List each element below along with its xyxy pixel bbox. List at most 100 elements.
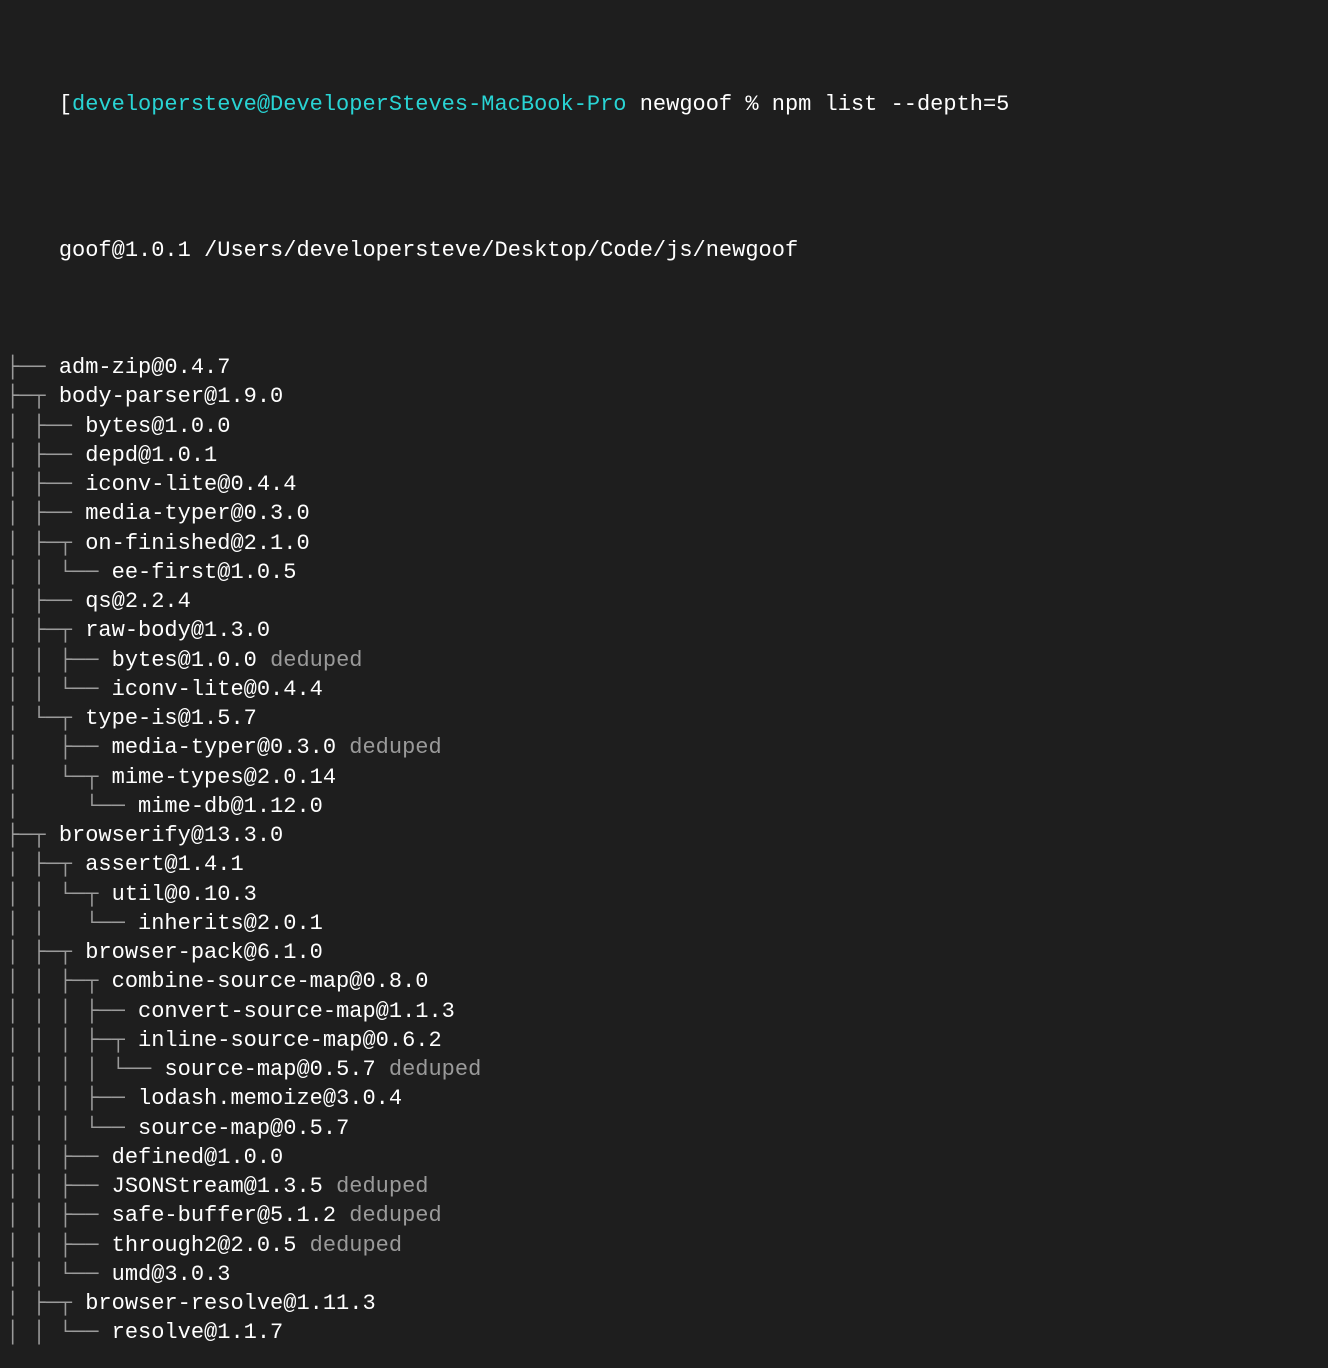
dependency-row: │ └── mime-db@1.12.0	[6, 792, 1322, 821]
dependency-row: ├─┬ body-parser@1.9.0	[6, 382, 1322, 411]
package-name-version: bytes@1.0.0	[85, 414, 230, 439]
tree-prefix: ├─┬	[6, 823, 59, 848]
dependency-row: │ │ └── umd@3.0.3	[6, 1260, 1322, 1289]
dependency-row: ├─┬ browserify@13.3.0	[6, 821, 1322, 850]
package-name-version: inherits@2.0.1	[138, 911, 323, 936]
package-name-version: iconv-lite@0.4.4	[112, 677, 323, 702]
package-name-version: assert@1.4.1	[85, 852, 243, 877]
dependency-row: │ ├── media-typer@0.3.0	[6, 499, 1322, 528]
tree-prefix: │ ├──	[6, 501, 85, 526]
dependency-row: │ ├── qs@2.2.4	[6, 587, 1322, 616]
package-name-version: mime-db@1.12.0	[138, 794, 323, 819]
tree-prefix: │ ├──	[6, 414, 85, 439]
dependency-row: │ │ └─┬ util@0.10.3	[6, 880, 1322, 909]
dependency-row: │ │ │ ├─┬ inline-source-map@0.6.2	[6, 1026, 1322, 1055]
tree-prefix: │ ├─┬	[6, 531, 85, 556]
package-name-version: util@0.10.3	[112, 882, 257, 907]
dependency-row: │ ├─┬ on-finished@2.1.0	[6, 529, 1322, 558]
tree-prefix: │ │ └──	[6, 560, 112, 585]
tree-prefix: │ │ │ │ └──	[6, 1057, 164, 1082]
dependency-row: │ │ ├── bytes@1.0.0 deduped	[6, 646, 1322, 675]
dependency-row: │ ├─┬ raw-body@1.3.0	[6, 616, 1322, 645]
dependency-row: │ │ │ ├── lodash.memoize@3.0.4	[6, 1084, 1322, 1113]
dependency-row: │ │ ├── defined@1.0.0	[6, 1143, 1322, 1172]
package-name-version: JSONStream@1.3.5	[112, 1174, 323, 1199]
tree-prefix: │ ├──	[6, 472, 85, 497]
dependency-row: │ │ │ │ └── source-map@0.5.7 deduped	[6, 1055, 1322, 1084]
tree-prefix: │ │ │ ├─┬	[6, 1028, 138, 1053]
tree-prefix: │ │ ├──	[6, 1233, 112, 1258]
dependency-row: │ ├─┬ browser-resolve@1.11.3	[6, 1289, 1322, 1318]
package-name-version: body-parser@1.9.0	[59, 384, 283, 409]
tree-prefix: │ └──	[6, 794, 138, 819]
dependency-row: │ │ └── ee-first@1.0.5	[6, 558, 1322, 587]
tree-prefix: │ │ └─┬	[6, 882, 112, 907]
dependency-row: │ ├─┬ browser-pack@6.1.0	[6, 938, 1322, 967]
package-name-version: defined@1.0.0	[112, 1145, 284, 1170]
tree-prefix: │ │ │ └──	[6, 1116, 138, 1141]
package-name-version: safe-buffer@5.1.2	[112, 1203, 336, 1228]
tree-prefix: │ ├─┬	[6, 940, 85, 965]
package-name-version: mime-types@2.0.14	[112, 765, 336, 790]
tree-prefix: │ └─┬	[6, 706, 85, 731]
package-name-version: type-is@1.5.7	[85, 706, 257, 731]
deduped-badge: deduped	[349, 735, 441, 760]
tree-prefix: │ ├──	[6, 735, 112, 760]
tree-prefix: │ │ │ ├──	[6, 1086, 138, 1111]
dependency-row: │ │ └── resolve@1.1.7	[6, 1318, 1322, 1347]
tree-prefix: │ │ ├──	[6, 648, 112, 673]
root-path: /Users/developersteve/Desktop/Code/js/ne…	[204, 238, 798, 263]
root-package-line: goof@1.0.1 /Users/developersteve/Desktop…	[6, 207, 1322, 295]
dependency-row: │ │ ├─┬ combine-source-map@0.8.0	[6, 967, 1322, 996]
package-name-version: iconv-lite@0.4.4	[85, 472, 296, 497]
package-name-version: raw-body@1.3.0	[85, 618, 270, 643]
tree-prefix: │ ├─┬	[6, 1291, 85, 1316]
prompt-user-host: developersteve@DeveloperSteves-MacBook-P…	[72, 92, 627, 117]
dependency-row: │ ├── media-typer@0.3.0 deduped	[6, 733, 1322, 762]
tree-prefix: │ └─┬	[6, 765, 112, 790]
root-name-version: goof@1.0.1	[59, 238, 191, 263]
package-name-version: source-map@0.5.7	[164, 1057, 375, 1082]
dependency-row: │ │ │ └── source-map@0.5.7	[6, 1114, 1322, 1143]
package-name-version: adm-zip@0.4.7	[59, 355, 231, 380]
package-name-version: lodash.memoize@3.0.4	[138, 1086, 402, 1111]
deduped-badge: deduped	[336, 1174, 428, 1199]
dependency-row: │ ├── bytes@1.0.0	[6, 412, 1322, 441]
package-name-version: through2@2.0.5	[112, 1233, 297, 1258]
package-name-version: browser-pack@6.1.0	[85, 940, 323, 965]
tree-prefix: │ │ └──	[6, 677, 112, 702]
dependency-row: ├── adm-zip@0.4.7	[6, 353, 1322, 382]
package-name-version: browser-resolve@1.11.3	[85, 1291, 375, 1316]
package-name-version: media-typer@0.3.0	[85, 501, 309, 526]
tree-prefix: │ │ └──	[6, 1320, 112, 1345]
deduped-badge: deduped	[270, 648, 362, 673]
shell-prompt-line: [developersteve@DeveloperSteves-MacBook-…	[6, 61, 1322, 149]
tree-prefix: │ ├──	[6, 443, 85, 468]
package-name-version: ee-first@1.0.5	[112, 560, 297, 585]
dependency-row: │ └─┬ type-is@1.5.7	[6, 704, 1322, 733]
dependency-row: │ │ ├── JSONStream@1.3.5 deduped	[6, 1172, 1322, 1201]
prompt-cwd: newgoof	[640, 92, 732, 117]
prompt-bracket: [	[59, 92, 72, 117]
dependency-row: │ │ ├── through2@2.0.5 deduped	[6, 1231, 1322, 1260]
prompt-command[interactable]: npm list --depth=5	[772, 92, 1010, 117]
package-name-version: source-map@0.5.7	[138, 1116, 349, 1141]
dependency-row: │ ├── iconv-lite@0.4.4	[6, 470, 1322, 499]
package-name-version: inline-source-map@0.6.2	[138, 1028, 442, 1053]
dependency-row: │ └─┬ mime-types@2.0.14	[6, 763, 1322, 792]
deduped-badge: deduped	[310, 1233, 402, 1258]
tree-prefix: │ │ ├──	[6, 1145, 112, 1170]
dependency-row: │ │ └── iconv-lite@0.4.4	[6, 675, 1322, 704]
prompt-separator: %	[745, 92, 758, 117]
dependency-row: │ ├── depd@1.0.1	[6, 441, 1322, 470]
dependency-row: │ ├─┬ assert@1.4.1	[6, 850, 1322, 879]
package-name-version: resolve@1.1.7	[112, 1320, 284, 1345]
tree-prefix: │ ├──	[6, 589, 85, 614]
package-name-version: combine-source-map@0.8.0	[112, 969, 429, 994]
tree-prefix: │ │ │ ├──	[6, 999, 138, 1024]
tree-prefix: │ │ ├──	[6, 1203, 112, 1228]
tree-prefix: │ │ └──	[6, 911, 138, 936]
tree-prefix: │ │ ├──	[6, 1174, 112, 1199]
package-name-version: browserify@13.3.0	[59, 823, 283, 848]
dependency-row: │ │ │ ├── convert-source-map@1.1.3	[6, 997, 1322, 1026]
